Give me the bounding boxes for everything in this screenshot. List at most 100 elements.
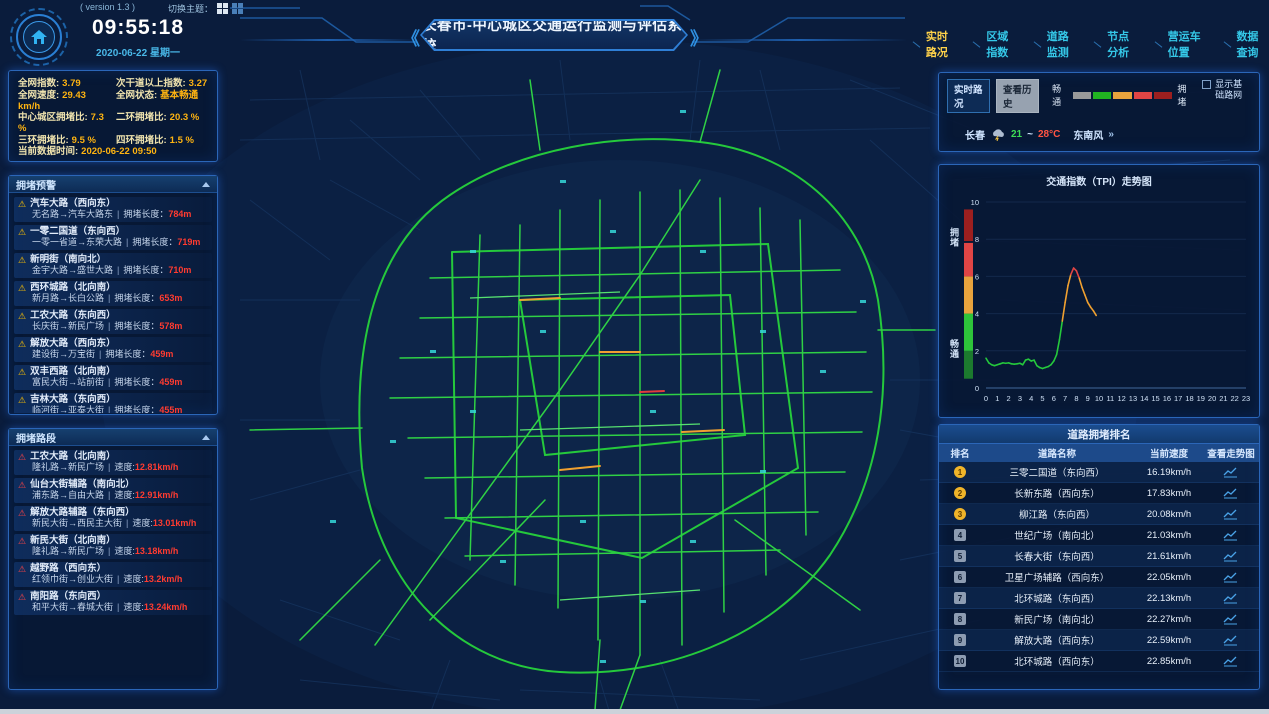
ranking-rows: 1 三零二国道（东向西） 16.19km/h 2 长新东路（西向东） 17.83… [939,462,1259,672]
rank-badge: 6 [954,571,966,583]
date-label: 2020-06-22 星期一 [70,44,206,59]
alert-icon: ⚠ [18,509,26,518]
tpi-line-chart: 0246810012345678910111213141516171819202… [940,188,1258,416]
warning-icon: ⚠ [18,396,26,405]
warning-icon: ⚠ [18,200,26,209]
svg-text:9: 9 [1086,394,1090,403]
trend-chart-icon[interactable] [1205,488,1257,499]
table-row: 2 长新东路（西向东） 17.83km/h [939,483,1259,504]
tpi-trend-panel: 交通指数（TPI）走势图 024681001234567891011121314… [938,164,1260,418]
warning-item[interactable]: ⚠西环城路（北向南） 新月路→长白公路|拥堵长度：653m [14,281,212,306]
trend-chart-icon[interactable] [1205,635,1257,646]
nav-item-region-index[interactable]: 区域指数 [972,28,1018,60]
congested-item[interactable]: ⚠新民大街（北向南） 隆礼路→新民广场|速度:13.18km/h [14,534,212,559]
trend-chart-icon[interactable] [1205,551,1257,562]
svg-text:1: 1 [995,394,999,403]
alert-icon: ⚠ [18,537,26,546]
stat-secondary-index: 次干道以上指数:3.27 [116,78,208,89]
trend-chart-icon[interactable] [1205,614,1257,625]
nav-separator-icon [1223,41,1231,47]
home-icon [23,21,55,53]
svg-text:4: 4 [975,310,979,319]
title-line-right [692,39,907,41]
rank-badge: 2 [954,487,966,499]
svg-text:0: 0 [975,384,979,393]
nav-separator-icon [1034,41,1042,47]
svg-text:17: 17 [1174,394,1182,403]
congested-sections-panel: 拥堵路段 ⚠工农大路（北向南） 隆礼路→新民广场|速度:12.81km/h ⚠仙… [8,428,218,690]
svg-text:2: 2 [975,347,979,356]
congested-item[interactable]: ⚠仙台大街辅路（南向北） 浦东路→自由大路|速度:12.91km/h [14,478,212,503]
temp-low: 21 [1011,129,1022,140]
rank-badge: 1 [954,466,966,478]
trend-chart-icon[interactable] [1205,572,1257,583]
title-bracket-left: 《 [402,25,420,51]
nav-item-road-monitor[interactable]: 道路监测 [1033,28,1079,60]
base-network-toggle[interactable]: 显示基础路网 [1202,79,1251,101]
table-row: 5 长春大街（东向西） 21.61km/h [939,546,1259,567]
svg-text:4: 4 [1029,394,1033,403]
congested-item[interactable]: ⚠南阳路（东向西） 和平大街→春城大街|速度:13.24km/h [14,590,212,615]
nav-item-data-query[interactable]: 数据查询 [1223,28,1269,60]
svg-text:6: 6 [975,272,979,281]
warning-icon: ⚠ [18,228,26,237]
trend-chart-icon[interactable] [1205,509,1257,520]
theme-option-light[interactable] [217,3,228,14]
rank-badge: 8 [954,613,966,625]
version-label: ( version 1.3 ) [80,2,135,12]
traffic-legend: 畅通 拥堵 [1049,82,1196,108]
trend-chart-icon[interactable] [1205,530,1257,541]
trend-chart-icon[interactable] [1205,656,1257,667]
table-row: 3 柳江路（东向西） 20.08km/h [939,504,1259,525]
panel-title: 拥堵路段 [16,430,56,445]
theme-switcher: 切换主题： [168,2,243,15]
legend-swatch [1073,92,1091,99]
trend-chart-icon[interactable] [1205,467,1257,478]
home-button[interactable] [10,8,68,66]
svg-text:14: 14 [1140,394,1148,403]
chart-title: 交通指数（TPI）走势图 [940,173,1258,188]
nav-item-vehicle-location[interactable]: 营运车位置 [1154,28,1209,60]
nav-item-realtime[interactable]: 实时路况 [912,28,958,60]
svg-text:0: 0 [984,394,988,403]
warning-item[interactable]: ⚠工农大路（东向西） 长庆街→新民广场|拥堵长度：578m [14,309,212,334]
warning-item[interactable]: ⚠吉林大路（东向西） 临河街→亚泰大街|拥堵长度：455m [14,393,212,413]
warning-icon: ⚠ [18,256,26,265]
dashboard-root: ( version 1.3 ) 切换主题： 09:55:18 2020-06-2… [0,0,1269,714]
weather-row: 长春 21 ~ 28°C 东南风 » [965,127,1251,142]
table-row: 7 北环城路（东向西） 22.13km/h [939,588,1259,609]
nav-item-node-analysis[interactable]: 节点分析 [1093,28,1139,60]
warning-item[interactable]: ⚠解放大路（西向东） 建设街→万宝街|拥堵长度：459m [14,337,212,362]
svg-text:21: 21 [1219,394,1227,403]
table-row: 8 新民广场（南向北） 22.27km/h [939,609,1259,630]
theme-option-dark[interactable] [232,3,243,14]
warning-item[interactable]: ⚠汽车大路（西向东） 无名路→汽车大路东|拥堵长度：784m [14,197,212,222]
bottom-edge-strip [0,709,1269,714]
collapse-icon[interactable] [202,182,210,187]
svg-text:13: 13 [1129,394,1137,403]
alert-icon: ⚠ [18,481,26,490]
legend-swatch [1113,92,1131,99]
tab-realtime[interactable]: 实时路况 [947,79,990,113]
traffic-segments-jam [640,391,664,392]
warning-item[interactable]: ⚠双丰西路（北向南） 富民大街→站前街|拥堵长度：459m [14,365,212,390]
weather-icon [990,128,1006,141]
checkbox-label: 显示基础路网 [1215,79,1251,101]
stat-network-status: 全网状态:基本畅通 [116,90,208,112]
congested-item[interactable]: ⚠解放大路辅路（东向西） 新民大街→西民主大街|速度:13.01km/h [14,506,212,531]
tab-history[interactable]: 查看历史 [996,79,1039,113]
svg-text:8: 8 [975,235,979,244]
rank-badge: 9 [954,634,966,646]
checkbox-icon[interactable] [1202,80,1211,89]
congested-item[interactable]: ⚠工农大路（北向南） 隆礼路→新民广场|速度:12.81km/h [14,450,212,475]
table-row: 1 三零二国道（东向西） 16.19km/h [939,462,1259,483]
warning-item[interactable]: ⚠一零二国道（东向西） 一零一省道→东荣大路|拥堵长度：719m [14,225,212,250]
collapse-icon[interactable] [202,435,210,440]
trend-chart-icon[interactable] [1205,593,1257,604]
title-bracket-right: 》 [690,25,708,51]
svg-text:7: 7 [1063,394,1067,403]
congested-item[interactable]: ⚠越野路（西向东） 红领巾街→创业大街|速度:13.2km/h [14,562,212,587]
weather-more-arrow[interactable]: » [1108,129,1114,140]
theme-label: 切换主题： [168,2,213,15]
warning-item[interactable]: ⚠新明街（南向北） 金宇大路→盛世大路|拥堵长度：710m [14,253,212,278]
